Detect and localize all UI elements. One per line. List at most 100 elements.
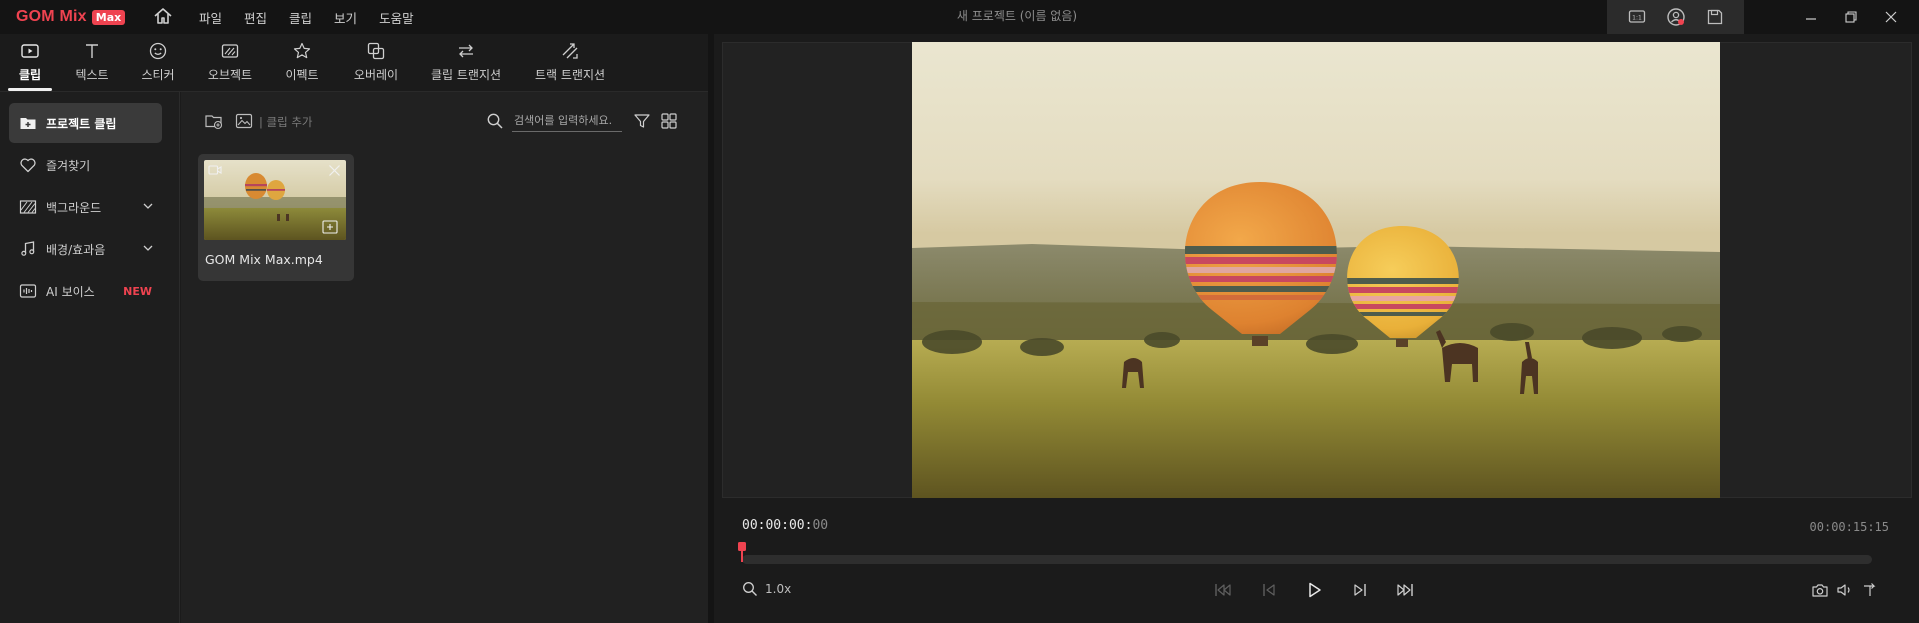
clip-card[interactable]: GOM Mix Max.mp4 <box>198 154 354 281</box>
tab-clip-transition[interactable]: 클립 트랜지션 <box>430 34 502 92</box>
tab-label: 오브젝트 <box>207 68 253 82</box>
tab-object[interactable]: 오브젝트 <box>206 34 254 92</box>
quick-actions: 1:1 <box>1607 0 1744 34</box>
volume-button[interactable] <box>1832 578 1858 602</box>
sidebar-item-label: 백그라운드 <box>46 200 102 215</box>
clip-search <box>486 110 622 132</box>
tab-label: 이펙트 <box>285 68 319 82</box>
sidebar-item-label: 즐겨찾기 <box>46 158 91 173</box>
camera-icon <box>1812 584 1828 597</box>
seek-bar[interactable] <box>742 555 1872 564</box>
zoom-value: 1.0x <box>765 582 792 596</box>
tab-label: 스티커 <box>141 68 175 82</box>
previous-frame-button[interactable] <box>1256 578 1282 602</box>
category-sidebar: 프로젝트 클립 즐겨찾기 백그라운드 배경/효과음 AI 보이스 NEW <box>0 92 180 623</box>
overlay-icon <box>367 42 385 60</box>
sticker-icon <box>149 42 167 60</box>
pattern-icon <box>19 198 37 216</box>
grid-view-button[interactable] <box>658 110 680 132</box>
skip-to-start-icon <box>1215 584 1231 596</box>
current-time-frames: 00 <box>812 518 829 533</box>
step-back-icon <box>1263 584 1275 596</box>
brand-badge: Max <box>91 9 126 25</box>
clip-library-panel: | 클립 추가 검색어를 입력하세요. GOM Mix Max.mp4 <box>181 92 708 623</box>
playhead-handle[interactable] <box>738 542 746 562</box>
go-to-end-button[interactable] <box>1392 578 1418 602</box>
sidebar-item-favorites[interactable]: 즐겨찾기 <box>9 145 162 185</box>
tab-text[interactable]: 텍스트 <box>72 34 112 92</box>
sidebar-item-label: 프로젝트 클립 <box>46 116 117 131</box>
add-media-button[interactable] <box>233 110 255 132</box>
new-badge: NEW <box>123 284 152 298</box>
tab-label: 트랙 트랜지션 <box>534 68 606 82</box>
sidebar-item-bgm-sfx[interactable]: 배경/효과음 <box>9 229 162 269</box>
close-icon <box>1885 11 1897 23</box>
preview-area: 00:00:00:00 00:00:15:15 1.0x <box>714 34 1919 623</box>
chevron-down-icon[interactable] <box>142 242 154 254</box>
restore-button[interactable] <box>1831 0 1871 34</box>
clip-name: GOM Mix Max.mp4 <box>205 252 323 267</box>
tab-label: 클립 트랜지션 <box>430 68 502 82</box>
menu-clip[interactable]: 클립 <box>289 8 312 27</box>
add-folder-icon <box>19 114 37 132</box>
aspect-ratio-icon: 1:1 <box>1628 10 1645 23</box>
tab-label: 클립 <box>18 68 42 82</box>
sidebar-item-ai-voice[interactable]: AI 보이스 NEW <box>9 271 162 311</box>
add-folder-button[interactable] <box>203 110 225 132</box>
menu-edit[interactable]: 편집 <box>244 8 267 27</box>
sidebar-item-label: 배경/효과음 <box>46 242 106 257</box>
menu-view[interactable]: 보기 <box>334 8 357 27</box>
account-button[interactable] <box>1665 6 1687 28</box>
video-preview[interactable] <box>912 42 1720 498</box>
next-frame-button[interactable] <box>1347 578 1373 602</box>
tab-sticker[interactable]: 스티커 <box>140 34 176 92</box>
ratio-button[interactable]: 1:1 <box>1626 6 1648 28</box>
tab-clip[interactable]: 클립 <box>14 34 46 92</box>
current-time-main: 00:00:00: <box>742 518 813 533</box>
home-button[interactable] <box>152 5 174 27</box>
tab-effect[interactable]: 이펙트 <box>284 34 320 92</box>
video-type-icon <box>208 165 222 175</box>
search-icon <box>487 113 503 129</box>
sidebar-item-project-clips[interactable]: 프로젝트 클립 <box>9 103 162 143</box>
track-transition-icon <box>562 43 578 59</box>
object-icon <box>221 44 239 58</box>
save-button[interactable] <box>1704 6 1726 28</box>
filter-button[interactable] <box>631 110 653 132</box>
menu-bar: 파일 편집 클립 보기 도움말 <box>199 0 436 34</box>
folder-add-icon <box>205 115 223 130</box>
minimize-button[interactable] <box>1791 0 1831 34</box>
search-input[interactable] <box>512 110 622 132</box>
clip-thumbnail <box>204 160 346 240</box>
export-button[interactable] <box>1857 578 1883 602</box>
snapshot-button[interactable] <box>1807 578 1833 602</box>
save-icon <box>1707 9 1722 25</box>
chevron-down-icon[interactable] <box>142 200 154 212</box>
tab-track-transition[interactable]: 트랙 트랜지션 <box>534 34 606 92</box>
grid-icon <box>661 113 677 129</box>
zoom-icon <box>743 582 757 596</box>
clip-transition-icon <box>459 44 473 58</box>
waveform-icon <box>19 282 37 300</box>
menu-help[interactable]: 도움말 <box>379 8 414 27</box>
effect-icon <box>293 42 311 59</box>
step-forward-icon <box>1354 584 1366 596</box>
user-icon <box>1666 8 1685 26</box>
remove-clip-icon[interactable] <box>328 164 341 177</box>
play-button[interactable] <box>1301 578 1327 602</box>
svg-text:1:1: 1:1 <box>1632 15 1642 22</box>
close-button[interactable] <box>1871 0 1911 34</box>
play-icon <box>1309 582 1321 598</box>
go-to-start-button[interactable] <box>1210 578 1236 602</box>
tool-tabs: 클립 텍스트 스티커 오브젝트 이펙트 오버레이 클립 트랜지션 트랙 트랜지션 <box>0 34 708 92</box>
add-to-timeline-icon[interactable] <box>322 220 338 234</box>
tab-label: 오버레이 <box>353 68 399 82</box>
sidebar-item-background[interactable]: 백그라운드 <box>9 187 162 227</box>
total-time: 00:00:15:15 <box>1809 520 1889 534</box>
menu-file[interactable]: 파일 <box>199 8 222 27</box>
add-clip-label[interactable]: | 클립 추가 <box>259 114 313 130</box>
text-icon <box>86 44 98 58</box>
active-tab-indicator <box>8 88 52 91</box>
zoom-control[interactable]: 1.0x <box>742 581 791 597</box>
tab-overlay[interactable]: 오버레이 <box>352 34 400 92</box>
